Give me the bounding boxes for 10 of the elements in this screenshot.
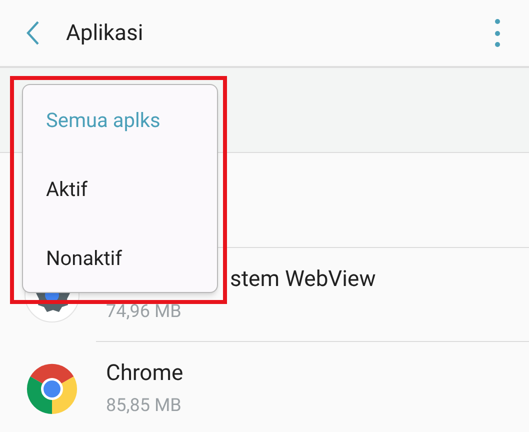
dropdown-option[interactable]: Nonaktif [23,223,217,292]
app-size: 85,85 MB [106,394,182,418]
app-name: stem WebView [230,266,376,294]
more-options-icon[interactable] [493,19,501,47]
page-title: Aplikasi [66,20,144,48]
back-icon[interactable] [24,19,42,47]
app-size: 74,96 MB [106,300,182,324]
app-name: Chrome [106,360,184,388]
dropdown-option[interactable]: Aktif [23,154,217,223]
chrome-icon [24,361,80,417]
